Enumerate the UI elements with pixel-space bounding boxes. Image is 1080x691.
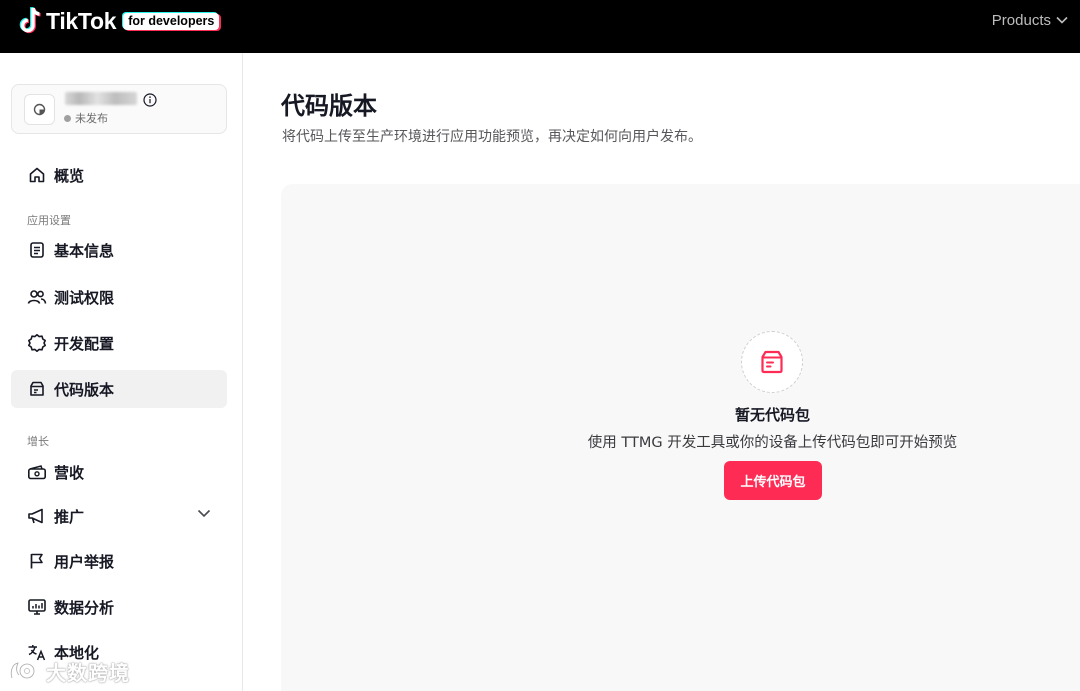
sidebar-item-dev-config[interactable]: 开发配置	[11, 324, 227, 362]
info-icon[interactable]	[143, 93, 157, 107]
section-label-app-settings: 应用设置	[27, 214, 71, 227]
page-title: 代码版本	[281, 92, 377, 120]
tiktok-note-icon	[18, 6, 42, 35]
watermark-logo-icon	[10, 661, 36, 680]
sidebar-item-promotion[interactable]: 推广	[11, 497, 227, 535]
watermark: 大数跨境	[8, 656, 130, 686]
document-icon	[27, 240, 47, 260]
sidebar-item-overview[interactable]: 概览	[11, 156, 227, 194]
sidebar-item-basic-info[interactable]: 基本信息	[11, 231, 227, 269]
app-selector-card[interactable]: 未发布	[11, 84, 227, 134]
sidebar-item-label: 代码版本	[54, 380, 115, 399]
package-icon	[27, 379, 47, 399]
products-label: Products	[991, 11, 1051, 29]
sidebar-item-code-versions[interactable]: 代码版本	[11, 370, 227, 408]
users-icon	[27, 287, 47, 307]
sidebar-item-label: 用户举报	[54, 552, 115, 571]
status-dot	[64, 114, 71, 122]
empty-state-icon-circle	[741, 331, 803, 393]
sidebar-item-user-reports[interactable]: 用户举报	[11, 542, 227, 580]
top-navigation-bar: TikTok for developers Products	[0, 0, 1080, 53]
sidebar-item-label: 测试权限	[54, 288, 115, 307]
app-placeholder-icon	[33, 103, 46, 116]
app-status-label: 未发布	[75, 112, 108, 125]
chevron-down-icon[interactable]	[197, 509, 211, 518]
sidebar-item-label: 基本信息	[54, 241, 115, 260]
gear-icon	[27, 333, 47, 353]
empty-state-title: 暂无代码包	[734, 406, 810, 424]
app-name-redacted	[65, 92, 137, 105]
chevron-down-icon	[1056, 16, 1068, 24]
sidebar-item-label: 概览	[54, 166, 85, 185]
chart-monitor-icon	[27, 597, 47, 617]
sidebar-item-label: 营收	[54, 463, 85, 482]
logo-wordmark: TikTok	[46, 7, 117, 34]
sidebar-item-label: 推广	[54, 507, 85, 526]
empty-state-description: 使用 TTMG 开发工具或你的设备上传代码包即可开始预览	[587, 435, 958, 451]
watermark-text: 大数跨境	[46, 660, 130, 685]
home-icon	[27, 165, 47, 185]
sidebar-item-label: 数据分析	[54, 598, 115, 617]
sidebar-item-label: 开发配置	[54, 334, 115, 353]
upload-code-package-button[interactable]: 上传代码包	[724, 461, 822, 500]
app-avatar	[24, 94, 55, 125]
megaphone-icon	[27, 506, 47, 526]
flag-icon	[27, 551, 47, 571]
products-menu[interactable]: Products	[992, 10, 1068, 30]
wallet-icon	[27, 462, 47, 482]
tiktok-developers-logo[interactable]: TikTok for developers	[18, 6, 220, 36]
package-icon	[761, 350, 783, 374]
logo-badge: for developers	[123, 12, 220, 30]
sidebar-item-revenue[interactable]: 营收	[11, 453, 227, 491]
page-description: 将代码上传至生产环境进行应用功能预览，再决定如何向用户发布。	[282, 129, 702, 145]
sidebar: 未发布 概览 应用设置 基本信息 测试权限 开发配置 代码版本 增长 营收 推广…	[0, 53, 243, 691]
sidebar-item-test-permissions[interactable]: 测试权限	[11, 278, 227, 316]
sidebar-item-analytics[interactable]: 数据分析	[11, 588, 227, 626]
app-status: 未发布	[64, 110, 108, 126]
